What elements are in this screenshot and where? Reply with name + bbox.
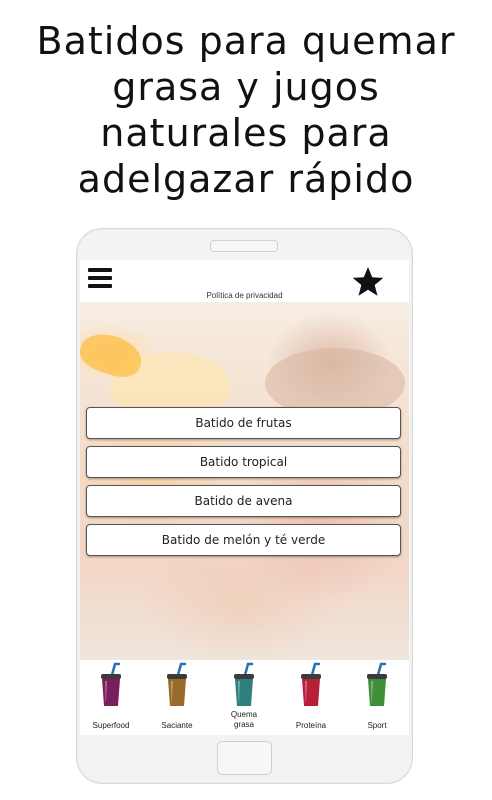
promo-headline: Batidos para quemar grasa y jugos natura… xyxy=(0,18,492,202)
smoothie-cup-icon xyxy=(301,662,321,706)
smoothie-cup-icon xyxy=(167,662,187,706)
home-button[interactable] xyxy=(217,741,272,775)
nav-label-line-1: Quema xyxy=(230,710,258,719)
nav-item-quema-grasa[interactable]: Quema grasa xyxy=(213,660,275,735)
nav-label: Proteína xyxy=(295,721,327,730)
bottom-navigation: Superfood Saciante Quema grasa Proteína … xyxy=(80,660,409,735)
smoothie-options-list: Batido de frutas Batido tropical Batido … xyxy=(86,407,401,563)
headline-line-2: grasa y jugos xyxy=(112,65,380,109)
nav-label: Superfood xyxy=(92,721,130,730)
option-batido-de-frutas[interactable]: Batido de frutas xyxy=(86,407,401,439)
phone-frame: Política de privacidad Batido de frutas … xyxy=(76,228,413,784)
option-batido-tropical[interactable]: Batido tropical xyxy=(86,446,401,478)
nav-label-line-2: grasa xyxy=(233,720,254,729)
nav-label: Saciante xyxy=(161,721,193,730)
nav-label: Quema grasa xyxy=(213,710,275,730)
headline-line-4: adelgazar rápido xyxy=(77,157,415,201)
option-batido-de-avena[interactable]: Batido de avena xyxy=(86,485,401,517)
headline-line-1: Batidos para quemar xyxy=(36,19,456,63)
app-screen: Política de privacidad Batido de frutas … xyxy=(80,260,409,735)
option-batido-de-melon-y-te-verde[interactable]: Batido de melón y té verde xyxy=(86,524,401,556)
phone-speaker xyxy=(210,240,278,252)
nav-item-proteina[interactable]: Proteína xyxy=(280,660,342,735)
smoothie-hero-image: Batido de frutas Batido tropical Batido … xyxy=(80,302,409,660)
nav-item-saciante[interactable]: Saciante xyxy=(146,660,208,735)
nav-item-superfood[interactable]: Superfood xyxy=(80,660,142,735)
nav-item-sport[interactable]: Sport xyxy=(346,660,408,735)
star-icon[interactable] xyxy=(352,266,384,298)
smoothie-cup-icon xyxy=(367,662,387,706)
headline-line-3: naturales para xyxy=(100,111,392,155)
app-bar: Política de privacidad xyxy=(80,260,409,302)
smoothie-cup-icon xyxy=(234,662,254,706)
smoothie-cup-icon xyxy=(101,662,121,706)
nav-label: Sport xyxy=(367,721,387,730)
hamburger-menu-icon[interactable] xyxy=(88,268,114,292)
